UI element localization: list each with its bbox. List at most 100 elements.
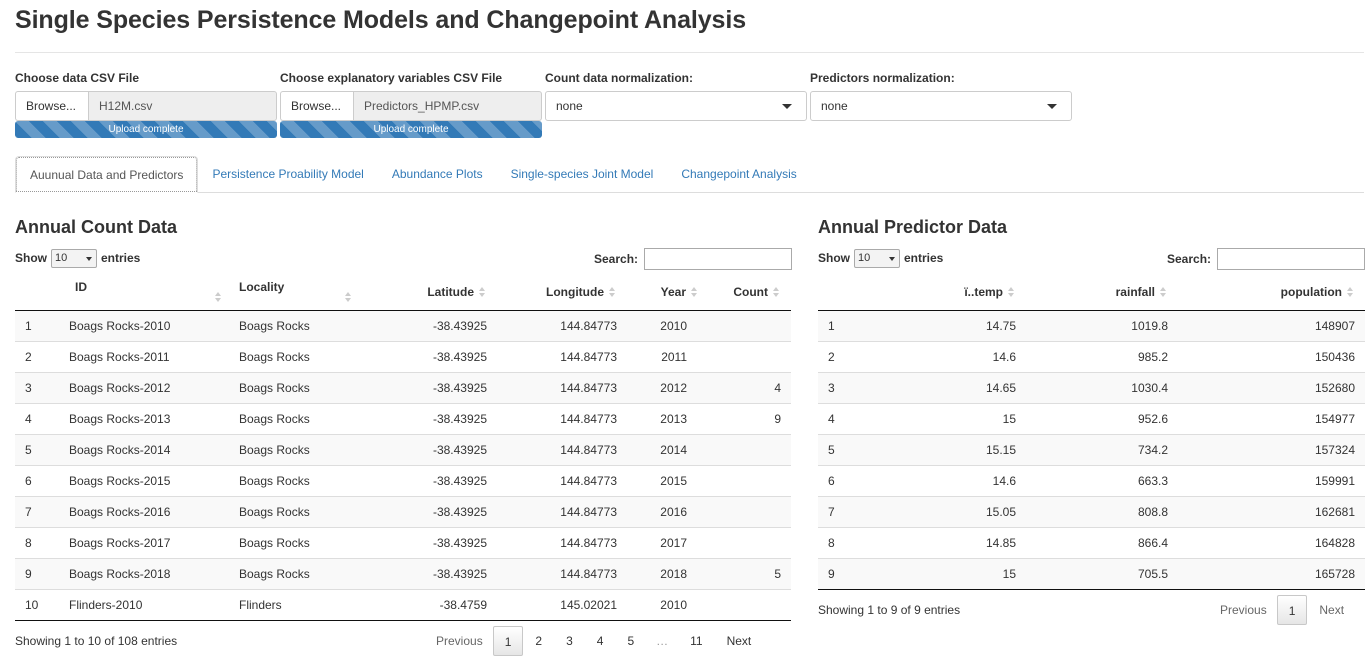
col-locality[interactable]: Locality (233, 274, 363, 311)
table-cell: 15.05 (862, 495, 1026, 527)
col-rownum (818, 274, 862, 311)
table-cell: 154977 (1178, 402, 1365, 434)
table-cell: 6 (818, 464, 862, 496)
table-cell: -38.43925 (363, 464, 497, 496)
table-cell: -38.43925 (363, 526, 497, 558)
data-file-progress-text: Upload complete (108, 124, 184, 135)
col-id[interactable]: ID (59, 274, 233, 311)
table-cell: 157324 (1178, 433, 1365, 465)
table-row: 6 Boags Rocks-2015 Boags Rocks -38.43925 144… (15, 464, 791, 496)
sort-icon (609, 286, 617, 299)
col-longitude[interactable]: Longitude (497, 274, 633, 311)
table-cell: -38.43925 (363, 495, 497, 527)
col-year[interactable]: Year (633, 274, 709, 311)
tab-abundance-plots[interactable]: Abundance Plots (378, 156, 497, 193)
tab-persistence-model[interactable]: Persistence Proability Model (198, 156, 377, 193)
table-cell: 14.75 (862, 310, 1026, 341)
table-row: 10 Flinders-2010 Flinders -38.4759 145.02021… (15, 588, 791, 621)
table-cell: 14.6 (862, 340, 1026, 372)
tab-annual-data[interactable]: Auunual Data and Predictors (15, 156, 199, 193)
next-page-button[interactable]: Next (1307, 595, 1356, 625)
sort-icon (1160, 286, 1168, 299)
page-button-3[interactable]: 3 (554, 626, 585, 656)
table-cell: Boags Rocks-2011 (59, 340, 233, 372)
predictors-file-input-group: Choose explanatory variables CSV File Br… (280, 71, 542, 138)
count-normalization-select[interactable]: none (545, 91, 807, 121)
count-normalization-value: none (556, 99, 583, 113)
data-file-browse-button[interactable]: Browse... (15, 91, 88, 121)
col-temp[interactable]: ï..temp (862, 274, 1026, 311)
previous-page-button[interactable]: Previous (426, 626, 493, 656)
table-cell: 8 (15, 526, 59, 558)
predictors-normalization-select[interactable]: none (810, 91, 1072, 121)
col-latitude[interactable]: Latitude (363, 274, 497, 311)
col-count[interactable]: Count (709, 274, 791, 311)
table-header-row: ï..temp rainfall population (818, 274, 1365, 311)
table-cell: 165728 (1178, 557, 1365, 590)
table-cell: 152680 (1178, 371, 1365, 403)
table-cell: 663.3 (1026, 464, 1178, 496)
table-cell (709, 464, 791, 496)
sort-icon (479, 286, 487, 299)
table-cell: Flinders (233, 588, 363, 621)
col-rainfall[interactable]: rainfall (1026, 274, 1178, 311)
predictor-length-select[interactable]: 10 (854, 248, 900, 268)
table-cell: Boags Rocks-2016 (59, 495, 233, 527)
tab-joint-model[interactable]: Single-species Joint Model (497, 156, 668, 193)
table-cell: 7 (818, 495, 862, 527)
table-cell: 7 (15, 495, 59, 527)
entries-label: entries (101, 251, 141, 265)
table-cell: 15.15 (862, 433, 1026, 465)
table-cell: 3 (818, 371, 862, 403)
table-cell: 2010 (633, 310, 709, 341)
col-population[interactable]: population (1178, 274, 1365, 311)
table-cell: 9 (709, 402, 791, 434)
predictors-file-label: Choose explanatory variables CSV File (280, 71, 503, 85)
table-cell: 144.84773 (497, 340, 633, 372)
table-row: 2 Boags Rocks-2011 Boags Rocks -38.43925 144… (15, 340, 791, 372)
table-cell: 2014 (633, 433, 709, 465)
table-cell: 2010 (633, 588, 709, 621)
sort-icon (691, 286, 699, 299)
table-cell: 144.84773 (497, 464, 633, 496)
search-label: Search: (594, 252, 639, 266)
table-row: 5 15.15 734.2 157324 (818, 433, 1365, 465)
table-cell: Boags Rocks (233, 433, 363, 465)
table-cell: -38.4759 (363, 588, 497, 621)
count-length-control: Show 10 entries (15, 248, 140, 268)
table-cell: 2017 (633, 526, 709, 558)
predictor-data-title: Annual Predictor Data (818, 217, 1008, 237)
table-cell: 6 (15, 464, 59, 496)
table-cell: 808.8 (1026, 495, 1178, 527)
count-pagination: Previous 1 2 3 4 5 … 11 Next (426, 626, 763, 656)
next-page-button[interactable]: Next (715, 626, 764, 656)
predictor-search-input[interactable] (1217, 248, 1366, 270)
table-cell: 866.4 (1026, 526, 1178, 558)
table-row: 8 Boags Rocks-2017 Boags Rocks -38.43925 144… (15, 526, 791, 558)
predictor-search-control: Search: (1167, 248, 1366, 270)
page-button-5[interactable]: 5 (615, 626, 646, 656)
count-search-input[interactable] (644, 248, 793, 270)
table-cell: 5 (15, 433, 59, 465)
table-cell: Boags Rocks-2015 (59, 464, 233, 496)
table-cell: 9 (818, 557, 862, 590)
tab-changepoint-analysis[interactable]: Changepoint Analysis (667, 156, 810, 193)
table-cell: -38.43925 (363, 433, 497, 465)
title-divider (15, 52, 1364, 53)
table-cell: 150436 (1178, 340, 1365, 372)
predictors-file-browse-button[interactable]: Browse... (280, 91, 353, 121)
table-cell: 1030.4 (1026, 371, 1178, 403)
page-button-1[interactable]: 1 (492, 626, 524, 656)
previous-page-button[interactable]: Previous (1210, 595, 1277, 625)
table-cell (709, 310, 791, 341)
table-cell (709, 340, 791, 372)
predictors-file-progress-bar: Upload complete (280, 121, 542, 138)
count-length-select[interactable]: 10 (51, 248, 97, 268)
table-cell: 2 (818, 340, 862, 372)
page-button-4[interactable]: 4 (585, 626, 616, 656)
count-normalization-group: Count data normalization: none (545, 71, 807, 121)
page-button-11[interactable]: 11 (678, 626, 714, 656)
table-cell: 164828 (1178, 526, 1365, 558)
page-button-2[interactable]: 2 (523, 626, 554, 656)
page-button-1[interactable]: 1 (1276, 595, 1308, 625)
